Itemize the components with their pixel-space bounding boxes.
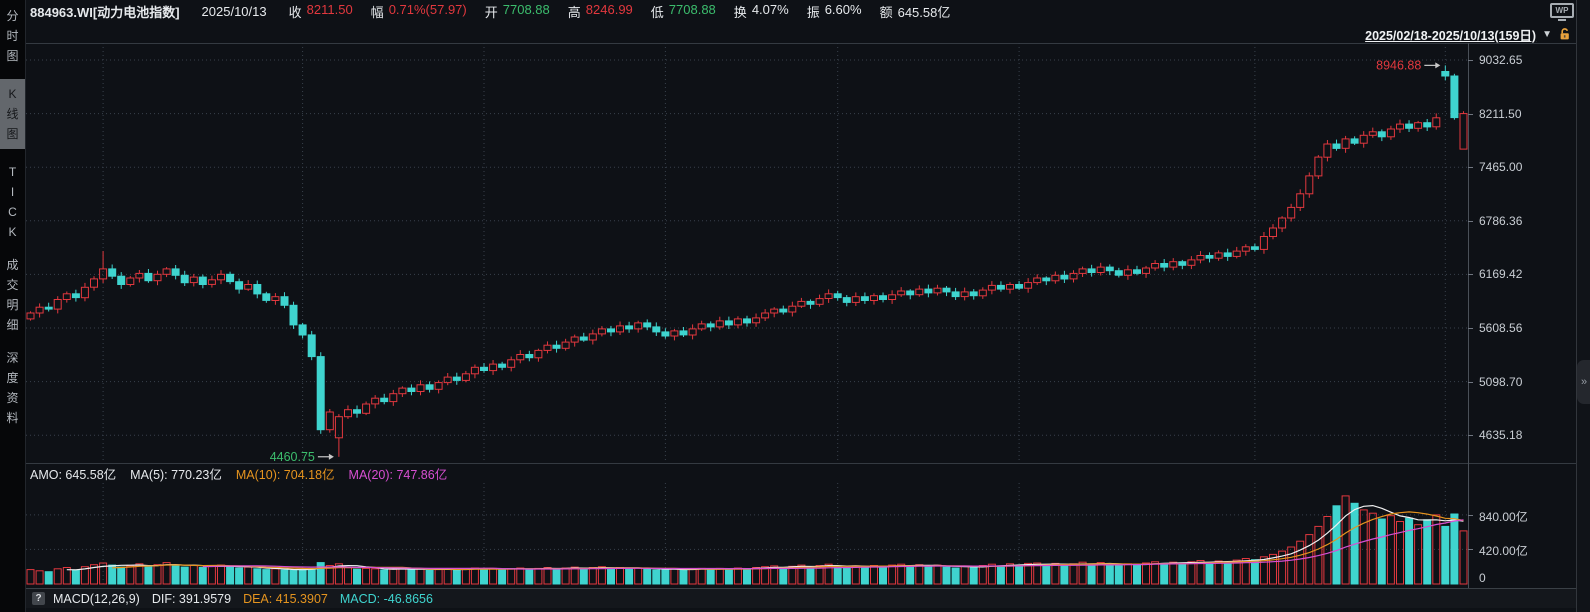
- quote-field-label: 高: [568, 2, 581, 21]
- sidebar-item-minute-chart[interactable]: 分时图: [0, 6, 25, 66]
- quote-field: 低 7708.88: [651, 2, 716, 21]
- quote-field: 额 645.58亿: [880, 2, 951, 21]
- price-chart-canvas[interactable]: 8946.88 4460.75: [26, 43, 1468, 463]
- sidebar-item-depth-info[interactable]: 深度资料: [0, 348, 25, 428]
- trading-terminal: 分时图 K线图 TICK 成交明细深度资料 884963.WI[动力电池指数] 202…: [0, 0, 1590, 612]
- price-annotation: 4460.75: [270, 450, 315, 463]
- chevron-down-icon[interactable]: ▼: [1542, 29, 1552, 40]
- macd-value: MACD(12,26,9): [53, 592, 140, 606]
- price-axis-tick: [1468, 167, 1473, 168]
- date-range-bar: 2025/02/18-2025/10/13(159日) ▼: [1365, 26, 1572, 42]
- price-annotation: 8946.88: [1376, 58, 1421, 72]
- price-axis-label: 5608.56: [1479, 321, 1522, 335]
- expand-panel-tab[interactable]: »: [1577, 360, 1590, 404]
- sidebar-item-trade-detail[interactable]: 成交明细: [0, 255, 25, 335]
- quote-fields: 收 8211.50 幅 0.71%(57.97) 开 7708.88 高 8246.99 低 77…: [289, 2, 969, 21]
- price-axis-label: 9032.65: [1479, 53, 1522, 67]
- quote-field-value: 6.60%: [825, 2, 862, 21]
- quote-field-label: 换: [734, 2, 747, 21]
- volume-axis-label: 0: [1479, 571, 1486, 585]
- volume-ma-line-ma10: [112, 512, 1463, 570]
- volume-chart-canvas[interactable]: [26, 483, 1468, 588]
- quote-field-value: 8211.50: [307, 2, 353, 21]
- price-axis-tick: [1468, 274, 1473, 275]
- macd-value: DEA: 415.3907: [243, 592, 328, 606]
- help-icon[interactable]: ?: [32, 592, 45, 605]
- price-axis-tick: [1468, 221, 1473, 222]
- quote-field-label: 低: [651, 2, 664, 21]
- stock-code: 884963.WI[动力电池指数]: [30, 2, 180, 21]
- quote-field: 换 4.07%: [734, 2, 789, 21]
- volume-axis-label: 840.00亿: [1479, 508, 1528, 525]
- candles: [27, 65, 1467, 456]
- indicator-value: MA(20): 747.86亿: [349, 464, 448, 483]
- macd-readout-row: ? MACD(12,26,9) DIF: 391.9579 DEA: 415.390…: [26, 588, 1576, 608]
- volume-axis-label: 420.00亿: [1479, 542, 1528, 559]
- volume-axis-tick: [1468, 515, 1473, 516]
- macd-values: MACD(12,26,9) DIF: 391.9579 DEA: 415.3907 M…: [53, 592, 445, 606]
- quote-date: 2025/10/13: [202, 4, 267, 19]
- quote-field-value: 8246.99: [586, 2, 633, 21]
- quote-field: 振 6.60%: [807, 2, 862, 21]
- right-panel-strip: »: [1576, 0, 1590, 612]
- sidebar-item-tick[interactable]: TICK: [0, 162, 25, 242]
- axis-separator: [1468, 43, 1469, 588]
- price-grid: [26, 43, 1468, 463]
- date-range-selector[interactable]: 2025/02/18-2025/10/13(159日): [1365, 25, 1536, 44]
- quote-field-label: 振: [807, 2, 820, 21]
- volume-bars: [27, 496, 1467, 584]
- price-axis-label: 5098.70: [1479, 375, 1522, 389]
- quote-field-value: 7708.88: [669, 2, 716, 21]
- quote-field-label: 幅: [371, 2, 384, 21]
- quote-field-value: 4.07%: [752, 2, 789, 21]
- price-axis-tick: [1468, 114, 1473, 115]
- volume-ma-line-ma20: [203, 520, 1464, 569]
- volume-chart-pane[interactable]: [26, 483, 1468, 588]
- sidebar-item-kline-chart[interactable]: K线图: [0, 79, 25, 149]
- macd-value: DIF: 391.9579: [152, 592, 231, 606]
- price-axis-label: 7465.00: [1479, 160, 1522, 174]
- price-axis-tick: [1468, 60, 1473, 61]
- price-axis-label: 6169.42: [1479, 267, 1522, 281]
- quote-field: 幅 0.71%(57.97): [371, 2, 467, 21]
- volume-ma-line-ma5: [67, 506, 1464, 570]
- indicator-value: AMO: 645.58亿: [30, 464, 116, 483]
- volume-indicator-readout: AMO: 645.58亿 MA(5): 770.23亿 MA(10): 704.18…: [30, 464, 461, 483]
- quote-field-label: 开: [485, 2, 498, 21]
- price-axis-label: 6786.36: [1479, 214, 1522, 228]
- price-axis-tick: [1468, 382, 1473, 383]
- unlock-icon[interactable]: [1558, 27, 1572, 41]
- indicator-value: MA(10): 704.18亿: [236, 464, 335, 483]
- quote-field-value: 0.71%(57.97): [389, 2, 467, 21]
- price-axis-label: 4635.18: [1479, 428, 1522, 442]
- macd-value: MACD: -46.8656: [340, 592, 433, 606]
- quote-header: 884963.WI[动力电池指数] 2025/10/13 收 8211.50 幅 0.…: [30, 0, 968, 22]
- wp-logo-icon: WP: [1550, 3, 1574, 20]
- price-axis-tick: [1468, 435, 1473, 436]
- quote-field-label: 收: [289, 2, 302, 21]
- quote-field: 开 7708.88: [485, 2, 550, 21]
- quote-field: 高 8246.99: [568, 2, 633, 21]
- left-sidebar: 分时图 K线图 TICK 成交明细深度资料: [0, 0, 26, 612]
- price-axis-label: 8211.50: [1479, 107, 1522, 121]
- quote-field-value: 7708.88: [503, 2, 550, 21]
- indicator-value: MA(5): 770.23亿: [130, 464, 222, 483]
- quote-field: 收 8211.50: [289, 2, 353, 21]
- price-chart-pane[interactable]: 8946.88 4460.75: [26, 43, 1468, 463]
- quote-field-value: 645.58亿: [898, 2, 951, 21]
- quote-field-label: 额: [880, 2, 893, 21]
- volume-axis-tick: [1468, 549, 1473, 550]
- price-axis-tick: [1468, 328, 1473, 329]
